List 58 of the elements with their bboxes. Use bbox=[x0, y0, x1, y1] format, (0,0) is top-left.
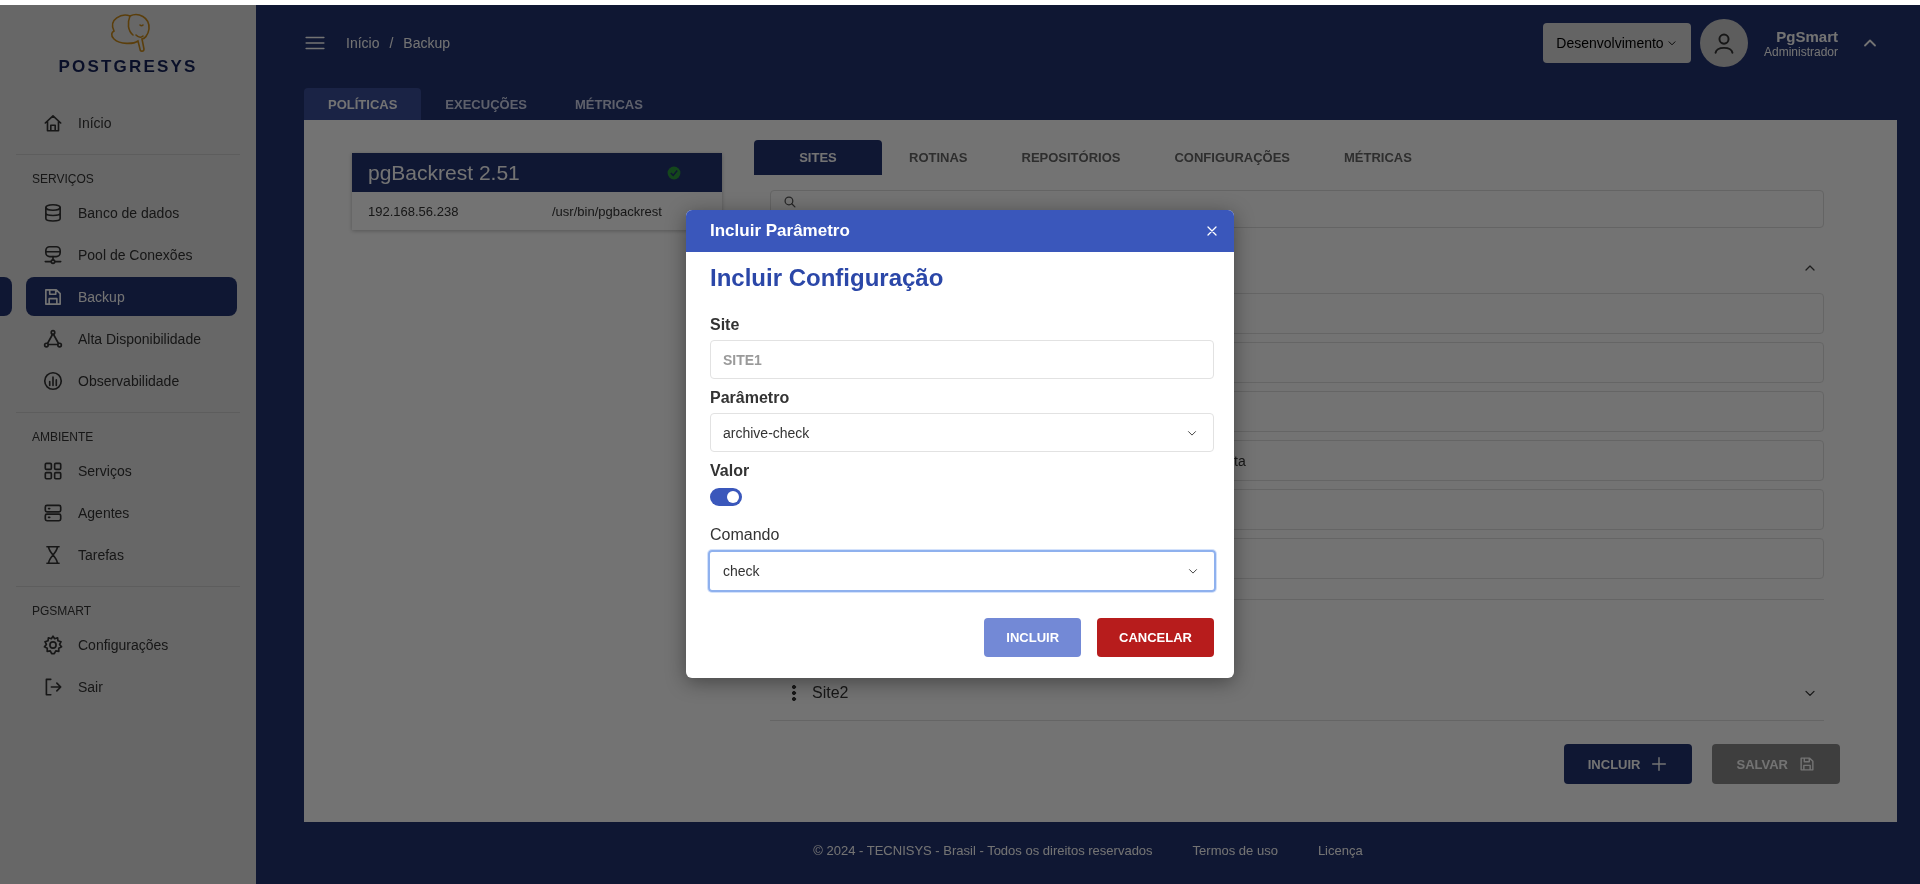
section-heading: AMBIENTE bbox=[31, 429, 95, 446]
active-indicator bbox=[0, 277, 12, 316]
grid-icon bbox=[42, 459, 64, 482]
field-label: Valor bbox=[710, 462, 751, 480]
nav-item[interactable]: Agentes bbox=[26, 493, 237, 532]
plus-icon bbox=[1650, 755, 1669, 773]
copyright-text: © 2024 - TECNISYS - Brasil - Todos os direitos reservados bbox=[813, 843, 1153, 858]
nav-item[interactable]: Pool de Conexões bbox=[26, 235, 237, 274]
breadcrumb-current: Backup bbox=[403, 35, 451, 51]
breadcrumb-link[interactable]: Início bbox=[346, 35, 380, 51]
settings-icon bbox=[42, 633, 64, 656]
nav-item[interactable]: Banco de dados bbox=[26, 193, 237, 232]
form-heading: Incluir Configuração bbox=[710, 264, 945, 292]
nav-item[interactable]: Tarefas bbox=[26, 535, 237, 574]
logo-text: POSTGRESYS bbox=[58, 57, 198, 77]
select-field[interactable]: check bbox=[708, 550, 1216, 592]
field-label: Comando bbox=[710, 526, 781, 544]
site-tab[interactable]: REPOSITÓRIOS bbox=[994, 140, 1148, 175]
database-icon bbox=[42, 201, 64, 224]
site-tab[interactable]: SITES bbox=[754, 140, 882, 175]
section-heading: PGSMART bbox=[31, 603, 93, 620]
nav-item[interactable]: Sair bbox=[26, 667, 237, 706]
page-tab[interactable]: POLÍTICAS bbox=[304, 88, 422, 120]
page-tab[interactable]: MÉTRICAS bbox=[551, 88, 667, 120]
server-icon bbox=[42, 501, 64, 524]
server-path: /usr/bin/pgbackrest bbox=[552, 203, 662, 219]
footer-link[interactable]: Termos de uso bbox=[1192, 843, 1278, 858]
dialog-title: Incluir Parâmetro bbox=[710, 221, 850, 241]
footer-link[interactable]: Licença bbox=[1317, 843, 1363, 858]
page-tab[interactable]: EXECUÇÕES bbox=[421, 88, 551, 120]
triangle-nodes-icon bbox=[42, 327, 64, 350]
site-tab[interactable]: ROTINAS bbox=[882, 140, 995, 175]
database-server-icon bbox=[42, 243, 64, 266]
add-button[interactable]: INCLUIR bbox=[1563, 744, 1693, 784]
cancel-button[interactable]: CANCELAR bbox=[1097, 618, 1214, 657]
nav-item[interactable]: Observabilidade bbox=[26, 361, 237, 400]
user-name: PgSmart bbox=[1776, 27, 1838, 45]
bar-chart-icon bbox=[42, 369, 64, 392]
select-field[interactable]: archive-check bbox=[710, 413, 1214, 452]
check-circle-icon bbox=[666, 164, 682, 181]
nav-item[interactable]: Configurações bbox=[26, 625, 237, 664]
nav-item[interactable]: Serviços bbox=[26, 451, 237, 490]
nav-item[interactable]: Alta Disponibilidade bbox=[26, 319, 237, 358]
toggle-switch[interactable] bbox=[710, 488, 742, 506]
field-label: Parâmetro bbox=[710, 389, 791, 407]
breadcrumb-separator: / bbox=[389, 35, 394, 51]
site-tab[interactable]: CONFIGURAÇÕES bbox=[1147, 140, 1318, 175]
field-label: Site bbox=[710, 316, 741, 334]
server-title: pgBackrest 2.51 bbox=[368, 160, 520, 185]
environment-dropdown[interactable]: Desenvolvimento bbox=[1542, 23, 1691, 63]
section-heading: SERVIÇOS bbox=[31, 171, 95, 188]
avatar[interactable] bbox=[1699, 19, 1748, 67]
search-icon bbox=[783, 195, 797, 209]
nav-item[interactable]: Início bbox=[26, 103, 237, 142]
site-tab[interactable]: MÉTRICAS bbox=[1317, 140, 1439, 175]
user-role: Administrador bbox=[1763, 44, 1838, 59]
server-host: 192.168.56.238 bbox=[368, 203, 460, 219]
site-name: Site2 bbox=[812, 684, 850, 702]
